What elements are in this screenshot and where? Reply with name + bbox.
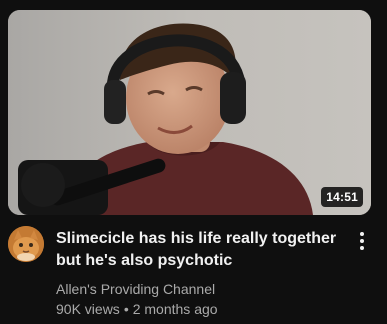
duration-badge: 14:51 [321,187,363,207]
video-meta: Slimecicle has his life really together … [56,228,351,319]
channel-name[interactable]: Allen's Providing Channel [56,279,351,299]
cat-avatar-icon [8,226,44,262]
view-count: 90K views [56,301,120,317]
thumbnail-image [8,10,371,215]
upload-age: 2 months ago [132,301,218,317]
video-title[interactable]: Slimecicle has his life really together … [56,228,351,272]
video-thumbnail[interactable]: 14:51 [8,10,371,215]
video-card: 14:51 Slimecicle has his life really tog… [0,0,387,324]
more-vertical-icon [360,232,364,250]
more-options-button[interactable] [352,228,372,254]
channel-avatar[interactable] [8,226,44,262]
video-stats: 90K views • 2 months ago [56,299,351,319]
separator-dot: • [123,301,129,317]
